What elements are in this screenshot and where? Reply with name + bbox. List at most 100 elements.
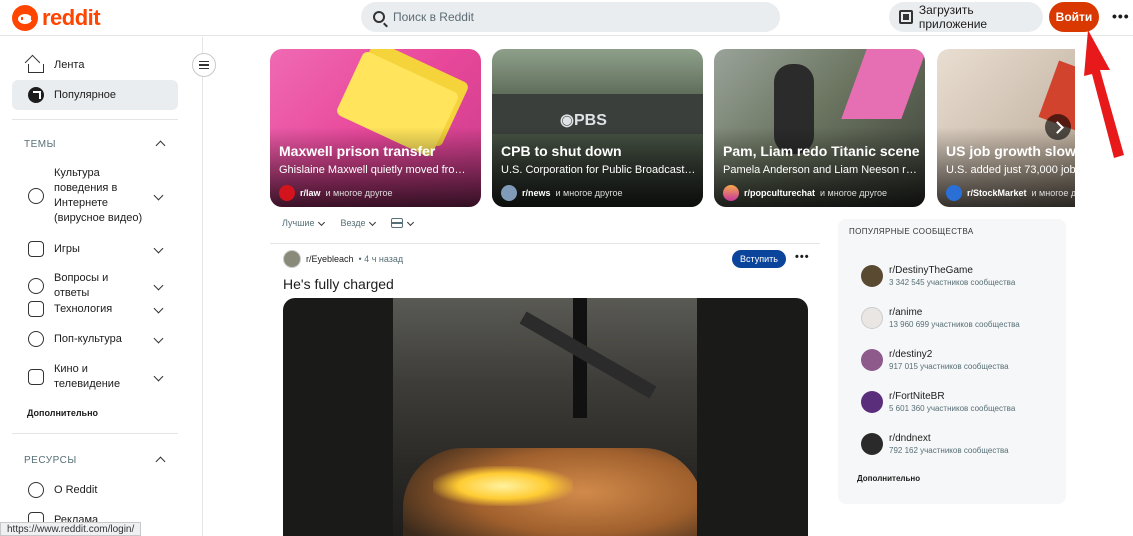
search-icon [373,11,385,23]
menu-icon-line [199,67,209,70]
community-avatar [861,391,883,413]
topics-heading: ТЕМЫ [24,139,56,150]
layout-icon [391,218,404,228]
topic-internet-culture[interactable]: Культура поведения в Интернете (вирусное… [28,166,168,226]
chevron-down-icon [153,371,164,381]
film-icon [28,369,44,385]
menu-icon-line [199,64,209,66]
resources-section-toggle[interactable]: РЕСУРСЫ [24,455,166,467]
card-subreddit: r/law [300,188,321,198]
carousel-next-button[interactable] [1045,114,1071,140]
community-item[interactable]: r/DestinyTheGame 3 342 545 участников со… [861,265,1015,287]
community-name: r/FortNiteBR [889,391,945,402]
community-name: r/anime [889,307,923,318]
community-avatar [861,265,883,287]
card-subreddit: r/StockMarket [967,188,1027,198]
post-title[interactable]: He's fully charged [283,276,394,292]
card-subreddit: r/news [522,188,551,198]
search-placeholder: Поиск в Reddit [393,10,474,24]
community-item[interactable]: r/anime 13 960 699 участников сообщества [861,307,1020,329]
chevron-up-icon [155,140,166,151]
community-avatar [861,307,883,329]
topic-technology[interactable]: Технология [28,301,168,317]
card-title: US job growth slows [946,143,1075,159]
top-bar: reddit Поиск в Reddit Загрузить приложен… [0,0,1133,36]
subreddit-avatar [723,185,739,201]
sort-best-dropdown[interactable]: Лучшие [282,218,326,228]
card-subtitle: Pamela Anderson and Liam Neeson rec... [723,164,918,176]
community-item[interactable]: r/FortNiteBR 5 601 360 участников сообще… [861,391,1015,413]
more-options-button[interactable]: ••• [1112,8,1130,24]
card-subtitle: U.S. added just 73,000 jobs in [946,164,1075,176]
reddit-snoo-icon [12,5,38,31]
view-layout-dropdown[interactable] [391,218,415,228]
topic-qa[interactable]: Вопросы и ответы [28,271,168,301]
card-extra: и многое другое [325,188,393,198]
divider [270,243,820,244]
topic-pop-culture[interactable]: Поп-культура [28,331,168,347]
chevron-down-icon [153,190,164,200]
left-sidebar: Лента Популярное ТЕМЫ Культура поведения… [0,37,203,536]
community-members: 13 960 699 участников сообщества [889,320,1020,329]
subreddit-avatar[interactable] [283,250,301,268]
topic-label: Кино и телевидение [54,363,121,390]
topic-games[interactable]: Игры [28,241,168,257]
card-source: r/law и многое другое [279,185,393,201]
card-extra: и многое другое [1031,188,1075,198]
topic-label: Поп-культура [54,332,122,345]
community-item[interactable]: r/dndnext 792 162 участников сообщества [861,433,1009,455]
topic-label: Культура поведения в Интернете (вирусное… [54,167,143,224]
card-title: Maxwell prison transfer [279,143,436,159]
card-extra: и многое другое [555,188,623,198]
post-subreddit[interactable]: r/Eyebleach [306,254,354,264]
resource-about-reddit[interactable]: О Reddit [28,482,168,498]
sort-location-dropdown[interactable]: Везде [340,218,377,228]
topic-label: Вопросы и ответы [54,272,109,299]
topics-more-link[interactable]: Дополнительно [27,408,98,418]
community-name: r/DestinyTheGame [889,265,973,276]
card-title: Pam, Liam redo Titanic scene [723,143,920,159]
post-more-options-button[interactable]: ••• [795,251,810,263]
topic-movies-tv[interactable]: Кино и телевидение [28,362,168,392]
community-members: 5 601 360 участников сообщества [889,404,1016,413]
card-subtitle: Ghislaine Maxwell quietly moved from ... [279,164,474,176]
sort-best-label: Лучшие [282,218,315,228]
topics-section-toggle[interactable]: ТЕМЫ [24,139,166,151]
home-icon [28,63,44,73]
chip-icon [28,301,44,317]
sidebar-item-label: Популярное [54,89,117,101]
chevron-down-icon [318,218,326,226]
sidebar-item-popular[interactable]: Популярное [12,80,178,110]
chevron-down-icon [369,218,377,226]
card-subreddit: r/popculturechat [744,188,816,198]
chevron-down-icon [153,243,164,253]
search-input[interactable]: Поиск в Reddit [361,2,780,32]
topic-label: Технология [54,302,113,315]
card-title: CPB to shut down [501,143,622,159]
community-members: 792 162 участников сообщества [889,446,1009,455]
chevron-up-icon [155,456,166,467]
sidebar-item-feed[interactable]: Лента [12,50,178,80]
popular-communities-heading: ПОПУЛЯРНЫЕ СООБЩЕСТВА [849,227,974,236]
post-media[interactable] [283,298,808,536]
collapse-sidebar-button[interactable] [192,53,216,77]
resource-label: О Reddit [54,483,98,496]
feed-sort-bar: Лучшие Везде [282,218,415,228]
get-app-label: Загрузить приложение [918,3,988,31]
red-arrow-annotation [1084,30,1124,158]
sidebar-item-label: Лента [54,59,85,71]
communities-more-link[interactable]: Дополнительно [857,474,920,483]
login-button[interactable]: Войти [1049,2,1099,32]
trending-card-cpb[interactable]: ◉PBS CPB to shut down U.S. Corporation f… [492,49,703,207]
community-item[interactable]: r/destiny2 917 015 участников сообщества [861,349,1009,371]
community-members: 917 015 участников сообщества [889,362,1009,371]
community-name: r/dndnext [889,433,931,444]
smile-icon [28,188,44,204]
join-button[interactable]: Вступить [732,250,786,268]
card-extra: и многое другое [820,188,888,198]
subreddit-avatar [279,185,295,201]
reddit-logo[interactable]: reddit [12,5,101,31]
get-app-button[interactable]: Загрузить приложение [889,2,1043,32]
trending-card-maxwell[interactable]: Maxwell prison transfer Ghislaine Maxwel… [270,49,481,207]
trending-card-titanic[interactable]: Pam, Liam redo Titanic scene Pamela Ande… [714,49,925,207]
